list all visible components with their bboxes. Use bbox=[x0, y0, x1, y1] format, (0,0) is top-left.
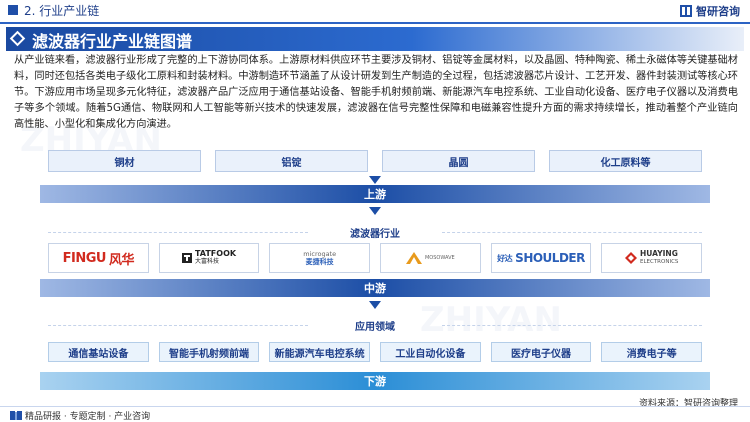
divider-line bbox=[442, 232, 702, 233]
upstream-item: 铜材 bbox=[48, 150, 201, 172]
huaying-wordmark: HUAYING ELECTRONICS bbox=[639, 249, 679, 266]
upstream-item: 晶圆 bbox=[382, 150, 535, 172]
footer-divider bbox=[0, 406, 750, 407]
arrow-down-icon bbox=[369, 207, 381, 215]
brand-logo: 智研咨询 bbox=[679, 3, 740, 19]
diamond-icon bbox=[9, 30, 26, 47]
company-logo-mosowave: MOSOWAVE bbox=[380, 243, 481, 273]
header-divider bbox=[0, 22, 750, 24]
downstream-item: 消费电子等 bbox=[601, 342, 703, 362]
company-logos-row: FINGU 风华 TATFOOK 大富科技 microgate 麦捷科技 MOS… bbox=[48, 243, 703, 273]
downstream-item: 新能源汽车电控系统 bbox=[269, 342, 371, 362]
source-note: 资料来源：智研咨询整理 bbox=[638, 399, 738, 409]
microgate-wordmark: microgate 麦捷科技 bbox=[303, 250, 337, 266]
midstream-band: 中游 bbox=[40, 279, 710, 297]
tatfook-mark-icon bbox=[181, 253, 192, 263]
book-icon bbox=[10, 411, 22, 420]
page-title: 滤波器行业产业链图谱 bbox=[32, 32, 193, 51]
brand-mark-icon bbox=[680, 5, 692, 17]
footer-slogan: 精品研报 · 专题定制 · 产业咨询 bbox=[10, 409, 150, 422]
company-logo-microgate: microgate 麦捷科技 bbox=[269, 243, 371, 273]
company-logo-fingu: FINGU 风华 bbox=[48, 243, 149, 273]
downstream-item: 医疗电子仪器 bbox=[490, 342, 592, 362]
shoulder-wordmark: SHOULDER bbox=[515, 251, 585, 265]
title-banner: 滤波器行业产业链图谱 bbox=[6, 27, 744, 51]
brand-name: 智研咨询 bbox=[696, 5, 740, 18]
upstream-item: 铝锭 bbox=[215, 150, 368, 172]
fingu-wordmark: FINGU bbox=[62, 250, 107, 266]
downstream-band: 下游 bbox=[40, 372, 710, 390]
company-logo-huaying: HUAYING ELECTRONICS bbox=[601, 243, 703, 273]
company-logo-shoulder: 好达 SHOULDER bbox=[490, 243, 592, 273]
section-square-icon bbox=[8, 5, 18, 15]
company-logo-tatfook: TATFOOK 大富科技 bbox=[158, 243, 260, 273]
upstream-row: 铜材 铝锭 晶圆 化工原料等 bbox=[48, 150, 702, 172]
arrow-down-icon bbox=[369, 301, 381, 309]
shoulder-cn: 好达 bbox=[497, 253, 513, 263]
footer-slogan-text: 精品研报 · 专题定制 · 产业咨询 bbox=[25, 412, 151, 422]
upstream-band: 上游 bbox=[40, 185, 710, 203]
divider-line bbox=[442, 325, 702, 326]
section-title: 2. 行业产业链 bbox=[24, 4, 100, 18]
downstream-item: 通信基站设备 bbox=[48, 342, 149, 362]
downstream-row: 通信基站设备 智能手机射频前端 新能源汽车电控系统 工业自动化设备 医疗电子仪器… bbox=[48, 342, 703, 362]
downstream-item: 工业自动化设备 bbox=[380, 342, 481, 362]
arrow-down-icon bbox=[369, 176, 381, 184]
downstream-item: 智能手机射频前端 bbox=[158, 342, 260, 362]
upstream-item: 化工原料等 bbox=[549, 150, 702, 172]
mosowave-wordmark: MOSOWAVE bbox=[424, 255, 455, 261]
top-header: 2. 行业产业链 智研咨询 bbox=[0, 0, 750, 22]
tatfook-wordmark: TATFOOK 大富科技 bbox=[194, 249, 237, 266]
mosowave-mark-icon bbox=[405, 252, 422, 264]
fingu-cn: 风华 bbox=[108, 252, 135, 268]
huaying-mark-icon bbox=[624, 252, 637, 264]
intro-paragraph: 从产业链来看，滤波器行业形成了完整的上下游协同体系。上游原材料供应环节主要涉及铜… bbox=[14, 55, 738, 130]
